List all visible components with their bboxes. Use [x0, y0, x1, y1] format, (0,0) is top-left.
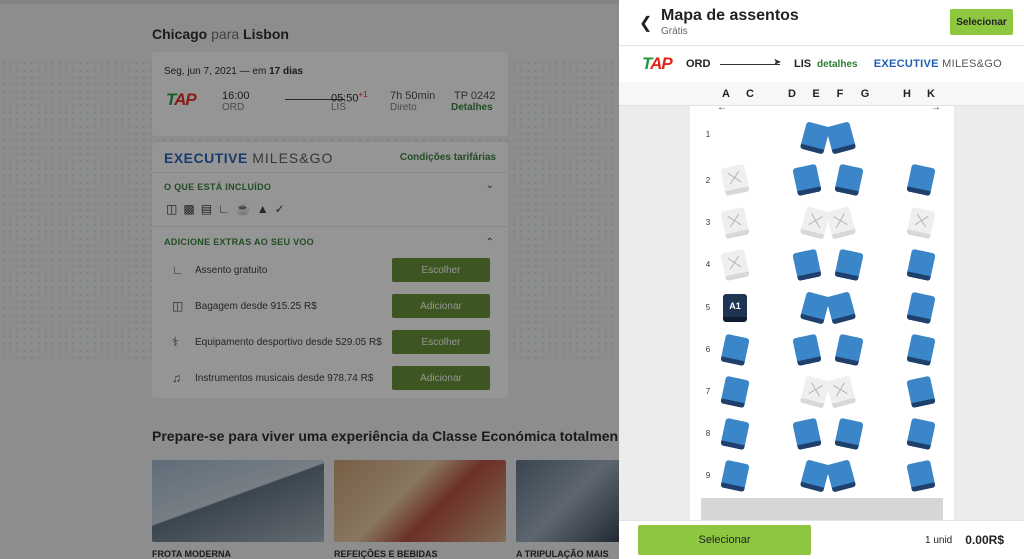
- cabin-brand: EXECUTIVE MILES&GO: [873, 58, 1002, 70]
- segment-arrow: [720, 64, 780, 65]
- select-button-top[interactable]: Selecionar: [950, 9, 1013, 35]
- column-letter: A: [722, 88, 730, 100]
- seat-5A-selected[interactable]: A1: [723, 294, 747, 322]
- seat-map[interactable]: A C D E F G H K ← → 1 2 3 4 5 6 7 8 9 A1: [619, 82, 1024, 520]
- segment-origin: ORD: [686, 58, 711, 70]
- row-number: 4: [705, 260, 711, 269]
- row-number: 3: [705, 218, 711, 227]
- tap-logo: TAP: [642, 54, 673, 73]
- segment-destination: LIS: [794, 58, 812, 70]
- row-number: 2: [705, 176, 711, 185]
- divider: [619, 45, 1024, 46]
- row-number: 8: [705, 429, 711, 438]
- column-letter: K: [927, 88, 935, 100]
- units-label: 1 unid: [925, 535, 953, 546]
- select-button[interactable]: Selecionar: [638, 525, 811, 555]
- back-arrow-icon[interactable]: ❮: [639, 13, 652, 33]
- column-header: A C D E F G H K: [619, 82, 1024, 106]
- column-letter: C: [746, 88, 754, 100]
- modal-overlay[interactable]: [0, 0, 620, 559]
- row-number: 5: [705, 303, 711, 312]
- column-letter: H: [903, 88, 911, 100]
- row-number: 9: [705, 471, 711, 480]
- row-number: 6: [705, 345, 711, 354]
- arrow-left-icon: ←: [717, 102, 727, 113]
- column-letter: G: [860, 88, 870, 100]
- column-letter: F: [836, 88, 844, 100]
- arrow-right-icon: →: [931, 102, 941, 113]
- seat-map-panel: ❮ Mapa de assentos Grátis Selecionar TAP…: [619, 0, 1024, 559]
- column-letter: D: [788, 88, 796, 100]
- total-price: 0.00R$: [965, 533, 1004, 547]
- row-number: 1: [705, 130, 711, 139]
- cabin-bulkhead: [701, 498, 943, 520]
- panel-footer: Selecionar 1 unid 0.00R$: [619, 520, 1024, 559]
- column-letter: E: [812, 88, 820, 100]
- arrow-right-icon: ➤: [773, 57, 782, 68]
- panel-subtitle: Grátis: [661, 26, 688, 37]
- segment-details-link[interactable]: detalhes: [817, 59, 858, 70]
- panel-title: Mapa de assentos: [661, 7, 799, 24]
- row-number: 7: [705, 387, 711, 396]
